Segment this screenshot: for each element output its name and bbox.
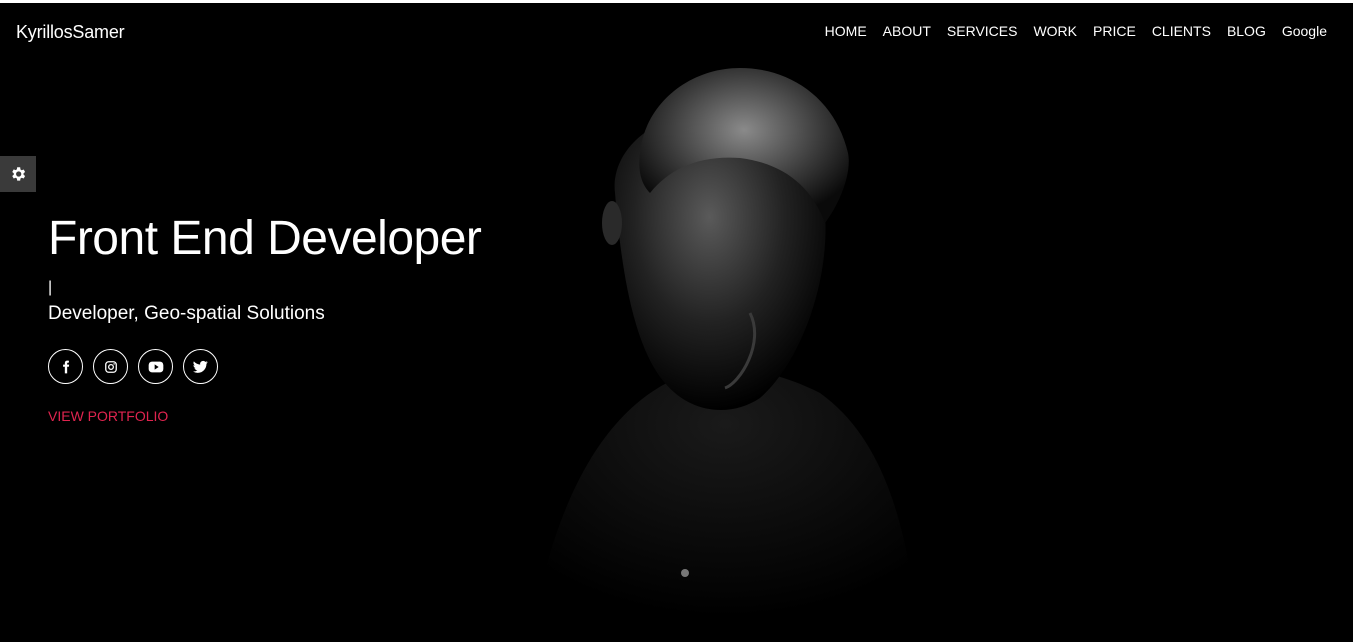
nav-item-price[interactable]: PRICE — [1093, 23, 1136, 39]
view-portfolio-link[interactable]: VIEW PORTFOLIO — [48, 408, 168, 424]
facebook-link[interactable] — [48, 349, 83, 384]
instagram-icon — [104, 360, 117, 373]
main-nav: HOME ABOUT SERVICES WORK PRICE CLIENTS B… — [825, 23, 1327, 39]
hero-title: Front End Developer — [48, 212, 482, 265]
nav-item-services[interactable]: SERVICES — [947, 23, 1018, 39]
brand-logo[interactable]: KyrillosSamer — [16, 22, 125, 43]
nav-item-blog[interactable]: BLOG — [1227, 23, 1266, 39]
youtube-icon — [148, 361, 163, 372]
nav-item-clients[interactable]: CLIENTS — [1152, 23, 1211, 39]
nav-item-google[interactable]: Google — [1282, 23, 1327, 39]
social-links — [48, 349, 218, 384]
settings-toggle-button[interactable] — [0, 156, 36, 192]
page: KyrillosSamer HOME ABOUT SERVICES WORK P… — [0, 0, 1353, 642]
facebook-icon — [62, 360, 69, 373]
typing-cursor: | — [48, 279, 53, 296]
twitter-icon — [193, 360, 208, 373]
hero-portrait-image — [530, 68, 920, 642]
nav-item-home[interactable]: HOME — [825, 23, 867, 39]
hero-subtitle: Developer, Geo-spatial Solutions — [48, 303, 325, 324]
nav-item-work[interactable]: WORK — [1033, 23, 1077, 39]
nav-item-about[interactable]: ABOUT — [883, 23, 931, 39]
twitter-link[interactable] — [183, 349, 218, 384]
youtube-link[interactable] — [138, 349, 173, 384]
gear-icon — [12, 167, 26, 181]
instagram-link[interactable] — [93, 349, 128, 384]
